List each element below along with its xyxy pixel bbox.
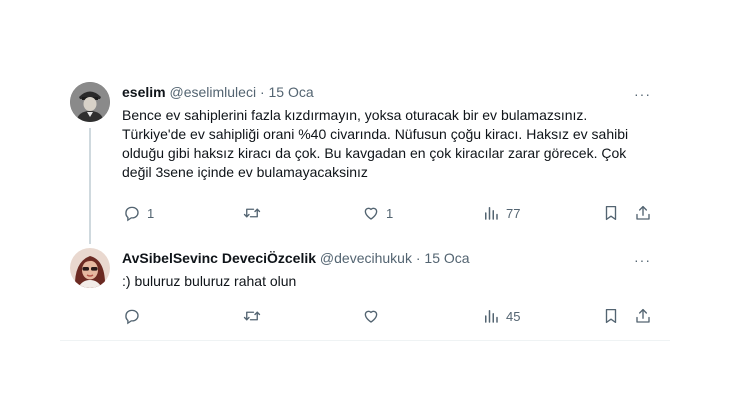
retweet-arrows-icon [243,208,261,218]
reply-button[interactable] [123,306,147,326]
bar-chart-icon [485,310,498,323]
separator-dot: · [415,250,421,266]
share-upload-icon [636,308,650,323]
handle[interactable]: @eselimluleci [169,84,256,100]
more-options-icon[interactable]: ··· [634,87,654,101]
like-button[interactable] [362,306,386,326]
bar-chart-icon [485,207,498,220]
speech-bubble-icon [125,309,139,325]
avatar[interactable] [70,82,110,122]
action-bar: 1 1 77 [0,203,730,223]
reply-button[interactable]: 1 [123,203,154,223]
view-count: 77 [506,205,521,221]
like-count: 1 [386,205,394,221]
views-button[interactable]: 45 [482,306,520,326]
handle[interactable]: @devecihukuk [320,250,412,266]
tweet-reply[interactable]: AvSibelSevinc DeveciÖzcelik @devecihukuk… [0,240,730,340]
share-button[interactable] [634,203,652,223]
tweet-header: eselim @eselimluleci · 15 Oca [122,84,314,100]
more-options-icon[interactable]: ··· [634,253,654,267]
views-button[interactable]: 77 [482,203,520,223]
bookmark-icon [605,308,617,324]
timestamp[interactable]: 15 Oca [269,84,314,100]
view-count: 45 [506,308,521,324]
like-button[interactable]: 1 [362,203,393,223]
retweet-button[interactable] [243,306,267,326]
share-upload-icon [636,205,650,220]
bookmark-button[interactable] [602,306,620,326]
tweet-header: AvSibelSevinc DeveciÖzcelik @devecihukuk… [122,250,470,266]
speech-bubble-icon [125,206,139,222]
retweet-arrows-icon [243,311,261,321]
display-name[interactable]: AvSibelSevinc DeveciÖzcelik [122,250,316,266]
reply-count: 1 [147,205,155,221]
action-bar: 45 [0,306,730,326]
tweet-text: Bence ev sahiplerini fazla kızdırmayın, … [122,107,629,180]
separator-dot: · [259,84,265,100]
bookmark-icon [605,205,617,221]
tweet-divider [60,340,670,341]
retweet-button[interactable] [243,203,267,223]
avatar[interactable] [70,248,110,288]
heart-icon [364,310,378,323]
share-button[interactable] [634,306,652,326]
heart-icon [364,207,378,220]
timestamp[interactable]: 15 Oca [424,250,469,266]
tweet-text: :) buluruz buluruz rahat olun [122,273,297,289]
tweet-original[interactable]: eselim @eselimluleci · 15 Oca ··· Bence … [0,0,730,240]
bookmark-button[interactable] [602,203,620,223]
display-name[interactable]: eselim [122,84,166,100]
